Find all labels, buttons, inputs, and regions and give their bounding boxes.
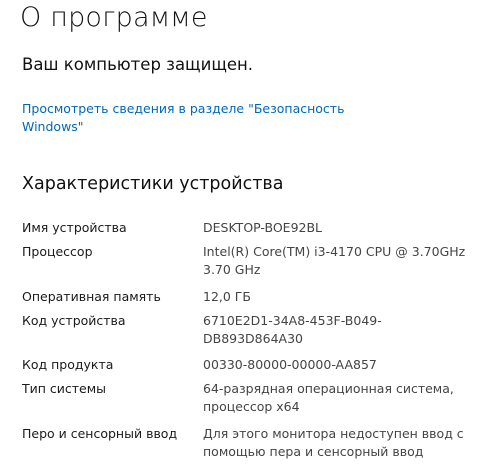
spec-value-system-type: 64-разрядная операционная система, проце… — [203, 381, 454, 414]
spec-value-ram: 12,0 ГБ — [203, 289, 252, 304]
spec-label-product-id: Код продукта — [22, 357, 114, 372]
spec-label-device-name: Имя устройства — [22, 220, 127, 235]
spec-label-pen-touch: Перо и сенсорный ввод — [22, 426, 178, 441]
spec-label-device-id: Код устройства — [22, 313, 126, 328]
device-specs-table: Имя устройства DESKTOP-BOE92BL Процессор… — [0, 0, 481, 467]
spec-label-ram: Оперативная память — [22, 289, 161, 304]
spec-value-pen-touch: Для этого монитора недоступен ввод с пом… — [203, 426, 464, 459]
spec-value-processor: Intel(R) Core(TM) i3-4170 CPU @ 3.70GHz … — [203, 244, 466, 277]
spec-label-system-type: Тип системы — [22, 381, 107, 396]
spec-value-product-id: 00330-80000-00000-AA857 — [203, 357, 377, 372]
spec-label-processor: Процессор — [22, 244, 93, 259]
about-page: О программе Ваш компьютер защищен. Просм… — [0, 0, 481, 467]
spec-value-device-name: DESKTOP-BOE92BL — [203, 220, 323, 235]
spec-value-device-id: 6710E2D1-34A8-453F-B049-DB893D864A30 — [203, 313, 382, 346]
